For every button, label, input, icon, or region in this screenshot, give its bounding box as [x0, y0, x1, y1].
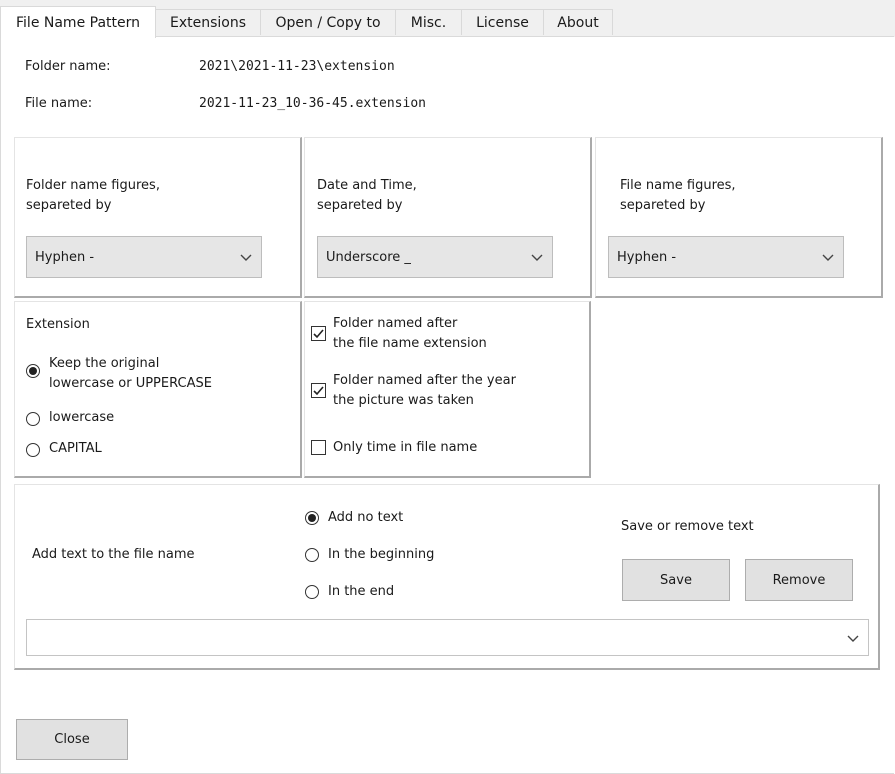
- folder-options-group: Folder named after the file name extensi…: [304, 301, 591, 478]
- tab-about[interactable]: About: [543, 9, 613, 35]
- radio-keep-original[interactable]: [26, 364, 40, 378]
- keep-original-label-1: Keep the original: [49, 356, 160, 371]
- checkbox-folder-extension[interactable]: [311, 326, 326, 341]
- chevron-down-icon: [240, 254, 252, 261]
- tab-file-name-pattern[interactable]: File Name Pattern: [0, 6, 156, 38]
- save-remove-label: Save or remove text: [621, 519, 754, 534]
- datetime-separator-dropdown[interactable]: Underscore _: [317, 236, 553, 278]
- extension-title: Extension: [26, 317, 90, 332]
- checkbox-folder-year[interactable]: [311, 383, 326, 398]
- checkmark-icon: [313, 386, 324, 396]
- chevron-down-icon: [531, 254, 543, 261]
- keep-original-label-2: lowercase or UPPERCASE: [49, 376, 212, 391]
- radio-lowercase[interactable]: [26, 412, 40, 426]
- tab-misc[interactable]: Misc.: [395, 9, 462, 35]
- checkmark-icon: [313, 329, 324, 339]
- remove-button[interactable]: Remove: [745, 559, 853, 601]
- date-time-label-1: Date and Time,: [317, 178, 417, 193]
- file-figures-label-1: File name figures,: [620, 178, 736, 193]
- radio-in-end[interactable]: [305, 585, 319, 599]
- in-beginning-label: In the beginning: [328, 547, 435, 562]
- folder-figures-group: Folder name figures, separeted by Hyphen…: [14, 137, 302, 298]
- file-separator-dropdown[interactable]: Hyphen -: [608, 236, 844, 278]
- add-no-text-label: Add no text: [328, 510, 404, 525]
- folder-separator-dropdown[interactable]: Hyphen -: [26, 236, 262, 278]
- folder-separator-value: Hyphen -: [35, 249, 95, 265]
- date-time-label-2: separeted by: [317, 198, 403, 213]
- add-text-label: Add text to the file name: [32, 547, 195, 562]
- folder-figures-label-2: separeted by: [26, 198, 112, 213]
- tab-open-copy-to[interactable]: Open / Copy to: [260, 9, 396, 35]
- extension-group: Extension Keep the original lowercase or…: [14, 301, 302, 478]
- file-figures-group: File name figures, separeted by Hyphen -: [595, 137, 883, 298]
- close-button[interactable]: Close: [16, 719, 128, 760]
- folder-year-label-1: Folder named after the year: [333, 373, 516, 388]
- radio-in-beginning[interactable]: [305, 548, 319, 562]
- only-time-label: Only time in file name: [333, 440, 478, 455]
- radio-capital[interactable]: [26, 443, 40, 457]
- folder-extension-label-2: the file name extension: [333, 336, 487, 351]
- file-name-label: File name:: [25, 96, 93, 111]
- tab-license[interactable]: License: [461, 9, 544, 35]
- lowercase-label: lowercase: [49, 410, 115, 425]
- datetime-separator-value: Underscore _: [326, 249, 411, 265]
- file-name-value: 2021-11-23_10-36-45.extension: [199, 96, 426, 111]
- file-figures-label-2: separeted by: [620, 198, 706, 213]
- add-text-group: Add text to the file name Add no text In…: [14, 484, 880, 670]
- date-time-group: Date and Time, separeted by Underscore _: [304, 137, 592, 298]
- capital-label: CAPITAL: [49, 441, 102, 456]
- file-separator-value: Hyphen -: [617, 249, 677, 265]
- chevron-down-icon: [822, 254, 834, 261]
- folder-extension-label-1: Folder named after: [333, 316, 458, 331]
- in-end-label: In the end: [328, 584, 395, 599]
- save-button[interactable]: Save: [622, 559, 730, 601]
- chevron-down-icon: [847, 635, 859, 642]
- tab-extensions[interactable]: Extensions: [155, 9, 261, 35]
- folder-name-label: Folder name:: [25, 59, 111, 74]
- folder-year-label-2: the picture was taken: [333, 393, 474, 408]
- radio-add-no-text[interactable]: [305, 511, 319, 525]
- add-text-combobox[interactable]: [26, 619, 869, 656]
- checkbox-only-time[interactable]: [311, 440, 326, 455]
- folder-figures-label-1: Folder name figures,: [26, 178, 160, 193]
- folder-name-value: 2021\2021-11-23\extension: [199, 59, 395, 74]
